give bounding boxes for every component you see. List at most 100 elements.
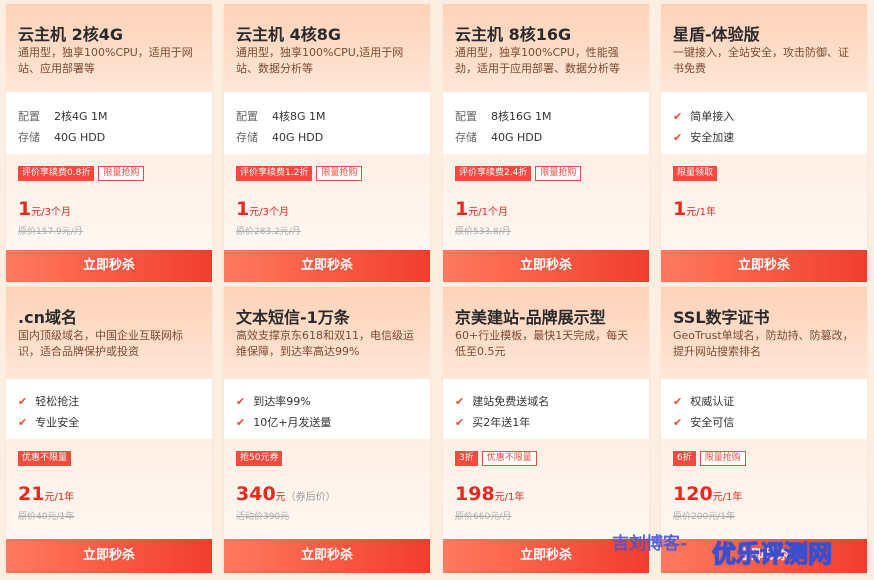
badges: 6折 限量抢购 [673, 451, 750, 470]
buy-now-button[interactable]: 立即秒杀 [661, 250, 867, 282]
card-description: 一键接入，全站安全，攻击防御、证书免费 [673, 46, 849, 75]
price-value: 21 [18, 483, 45, 505]
card-features: ✔ 权威认证 ✔ 安全可信 [661, 379, 867, 441]
card-specs: 配置 4核8G 1M 存储 40G HDD [224, 92, 430, 154]
price-unit: 元/1年 [494, 492, 525, 503]
card-header: 星盾-体验版 一键接入，全站安全，攻击防御、证书免费 [661, 4, 867, 92]
buy-now-button[interactable]: 立即秒杀 [443, 250, 649, 282]
check-icon: ✔ [455, 416, 465, 429]
discount-badge: 6折 [673, 451, 696, 466]
price-value: 1 [673, 198, 687, 220]
card-header: 云主机 8核16G 通用型，独享100%CPU，性能强劲，适用于应用部署、数据分… [443, 4, 649, 92]
discount-badge: 评价享续费1.2折 [236, 166, 313, 181]
feature-item: ✔ 10亿+月发送量 [236, 416, 332, 429]
limited-badge: 限量抢购 [535, 166, 582, 181]
price-unit: 元 [275, 492, 286, 503]
original-price: 原价533.8/月 [455, 227, 511, 237]
spec-config: 配置 8核16G 1M [455, 110, 552, 123]
price-unit: 元/1个月 [468, 207, 508, 218]
feature-item: ✔ 建站免费送域名 [455, 395, 550, 408]
coupon-badge: 抢50元券 [236, 451, 283, 466]
card-title: SSL数字证书 [673, 308, 770, 327]
card-header: 云主机 4核8G 通用型，独享100%CPU,适用于网站、数据分析等 [224, 4, 430, 92]
spec-storage: 存储 40G HDD [236, 131, 324, 144]
product-card-cloud-2c4g: 云主机 2核4G 通用型，独享100%CPU，适用于网站、应用部署等 配置 2核4… [6, 4, 212, 282]
buy-now-button[interactable]: 立即秒杀 [224, 539, 430, 573]
product-card-sms: 文本短信-1万条 高效支撑京东618和双11，电信级运维保障，到达率高达99% … [224, 287, 430, 573]
price: 1元/1个月 [455, 198, 508, 220]
spec-config: 配置 2核4G 1M [18, 110, 108, 123]
card-features: ✔ 建站免费送域名 ✔ 买2年送1年 [443, 379, 649, 441]
discount-badge: 3折 [455, 451, 478, 466]
price-value: 340 [236, 483, 276, 505]
card-header: 文本短信-1万条 高效支撑京东618和双11，电信级运维保障，到达率高达99% [224, 287, 430, 379]
buy-now-button[interactable]: 立即秒杀 [224, 250, 430, 282]
card-description: 通用型，独享100%CPU，性能强劲，适用于应用部署、数据分析等 [455, 46, 620, 75]
unlimited-offer-badge: 优惠不限量 [18, 451, 72, 466]
card-description: GeoTrust单域名，防劫持、防篡改，提升网站搜索排名 [673, 329, 854, 358]
price-value: 1 [455, 198, 469, 220]
price-value: 120 [673, 483, 713, 505]
price-note: （券后价） [285, 492, 336, 503]
original-price: 原价660元/月 [455, 512, 512, 522]
buy-now-button[interactable]: 立即秒杀 [6, 539, 212, 573]
price-unit: 元/3个月 [31, 207, 71, 218]
original-price: 活动价390元 [236, 512, 290, 522]
badges: 评价享续费1.2折 限量抢购 [236, 166, 366, 185]
price-unit: 元/1年 [44, 492, 75, 503]
check-icon: ✔ [673, 416, 683, 429]
price-value: 1 [236, 198, 250, 220]
limited-badge: 限量抢购 [699, 451, 746, 466]
card-title: 云主机 4核8G [236, 25, 341, 44]
price-area: 3折 优惠不限量 198元/1年 原价660元/月 [443, 439, 649, 539]
price: 120元/1年 [673, 483, 742, 505]
card-specs: 配置 8核16G 1M 存储 40G HDD [443, 92, 649, 154]
limited-badge: 限量抢购 [98, 166, 145, 181]
price-area: 限量领取 1元/1年 [661, 154, 867, 250]
price: 1元/3个月 [236, 198, 289, 220]
feature-item: ✔ 权威认证 [673, 395, 735, 408]
card-header: SSL数字证书 GeoTrust单域名，防劫持、防篡改，提升网站搜索排名 [661, 287, 867, 379]
card-header: .cn域名 国内顶级域名，中国企业互联网标识，适合品牌保护或投资 [6, 287, 212, 379]
card-description: 高效支撑京东618和双11，电信级运维保障，到达率高达99% [236, 329, 414, 358]
card-header: 京美建站-品牌展示型 60+行业模板，最快1天完成，每天低至0.5元 [443, 287, 649, 379]
card-title: 云主机 2核4G [18, 25, 123, 44]
price: 1元/1年 [673, 198, 716, 220]
price-area: 优惠不限量 21元/1年 原价40元/1年 [6, 439, 212, 539]
feature-item: ✔ 安全可信 [673, 416, 735, 429]
feature-item: ✔ 到达率99% [236, 395, 311, 408]
product-card-cloud-8c16g: 云主机 8核16G 通用型，独享100%CPU，性能强劲，适用于应用部署、数据分… [443, 4, 649, 282]
check-icon: ✔ [18, 416, 28, 429]
badges: 限量领取 [673, 166, 721, 185]
price-area: 抢50元券 340元（券后价） 活动价390元 [224, 439, 430, 539]
price-unit: 元/1年 [712, 492, 743, 503]
price-area: 评价享续费2.4折 限量抢购 1元/1个月 原价533.8/月 [443, 154, 649, 250]
original-price: 原价40元/1年 [18, 512, 75, 522]
feature-item: ✔ 买2年送1年 [455, 416, 531, 429]
original-price: 原价157.9元/月 [18, 227, 83, 237]
spec-storage: 存储 40G HDD [455, 131, 543, 144]
product-grid: 云主机 2核4G 通用型，独享100%CPU，适用于网站、应用部署等 配置 2核4… [0, 0, 874, 580]
badges: 抢50元券 [236, 451, 286, 470]
card-description: 通用型，独享100%CPU,适用于网站、数据分析等 [236, 46, 404, 75]
price-area: 6折 限量抢购 120元/1年 原价200元/1年 [661, 439, 867, 539]
card-title: 文本短信-1万条 [236, 308, 350, 327]
price: 1元/3个月 [18, 198, 71, 220]
price: 340元（券后价） [236, 483, 336, 505]
badges: 优惠不限量 [18, 451, 75, 470]
limited-badge: 限量抢购 [316, 166, 363, 181]
feature-item: ✔ 轻松抢注 [18, 395, 80, 408]
badges: 评价享续费2.4折 限量抢购 [455, 166, 585, 185]
unlimited-offer-badge: 优惠不限量 [481, 451, 537, 466]
card-description: 60+行业模板，最快1天完成，每天低至0.5元 [455, 329, 629, 358]
price: 21元/1年 [18, 483, 74, 505]
card-header: 云主机 2核4G 通用型，独享100%CPU，适用于网站、应用部署等 [6, 4, 212, 92]
card-features: ✔ 轻松抢注 ✔ 专业安全 [6, 379, 212, 441]
price-value: 198 [455, 483, 495, 505]
price: 198元/1年 [455, 483, 524, 505]
buy-now-button[interactable]: 立即秒杀 [6, 250, 212, 282]
feature-item: ✔ 简单接入 [673, 110, 735, 123]
card-title: 京美建站-品牌展示型 [455, 308, 606, 327]
check-icon: ✔ [236, 395, 246, 408]
badges: 3折 优惠不限量 [455, 451, 541, 470]
